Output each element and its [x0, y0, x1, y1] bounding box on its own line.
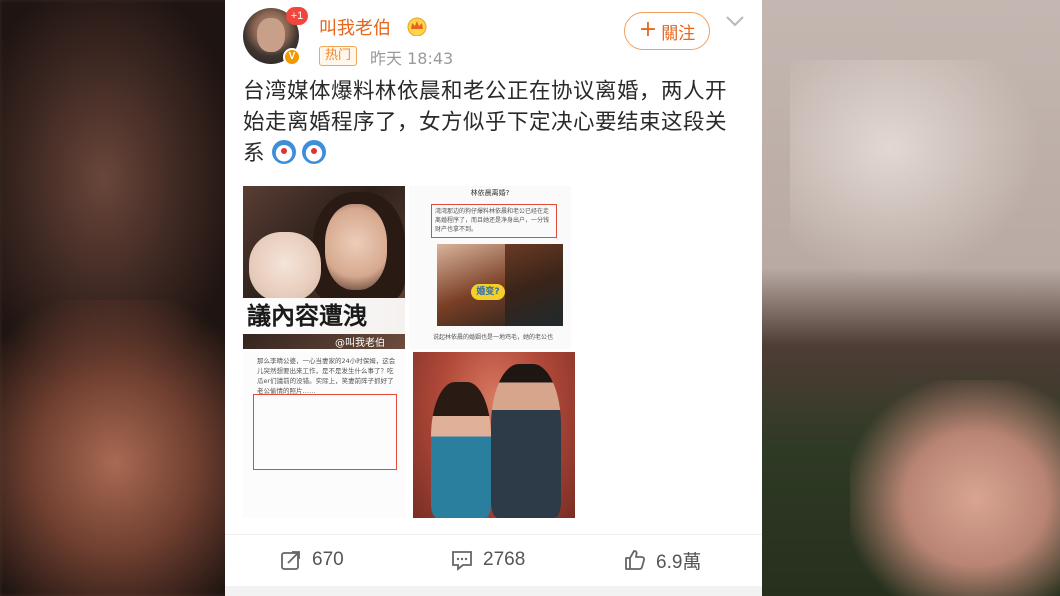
image-figure: [325, 204, 387, 290]
blurred-background-right-face: [850, 380, 1060, 596]
avatar-face: [257, 18, 285, 52]
repost-button[interactable]: 670: [280, 545, 344, 575]
divider: [225, 534, 762, 535]
image-highlight-box: 湾湾那边的狗仔爆料林依晨和老公已经在走离婚程序了，而且她还是净身出户，一分钱财产…: [431, 204, 557, 238]
like-button[interactable]: 6.9萬: [624, 545, 701, 575]
blurred-background-right-light: [790, 60, 1040, 280]
weibo-post-card: +1 V 叫我老伯 热门 昨天 18:43 + 關注 台湾媒体爆料林依晨和老公正…: [225, 0, 762, 596]
notification-badge: +1: [286, 7, 308, 25]
image-title: 林依晨离婚?: [470, 189, 510, 197]
comment-button[interactable]: 2768: [451, 545, 525, 575]
post-image-2[interactable]: 林依晨离婚? 湾湾那边的狗仔爆料林依晨和老公已经在走离婚程序了，而且她还是净身出…: [409, 186, 571, 349]
emoji-icon: [272, 140, 297, 164]
comment-icon: [452, 551, 472, 571]
image-figure: [431, 382, 491, 518]
like-count: 6.9萬: [656, 551, 702, 573]
image-figure: [249, 232, 321, 302]
thumbs-up-icon: [625, 550, 646, 570]
repost-count: 670: [312, 549, 344, 570]
follow-label: 關注: [661, 23, 696, 44]
username[interactable]: 叫我老伯: [319, 14, 391, 40]
follow-button[interactable]: + 關注: [624, 12, 710, 50]
image-photo: [505, 244, 563, 326]
image-footer-text: 说起林依晨的婚姻也是一地鸡毛，她的老公也: [433, 334, 554, 341]
post-image-1[interactable]: 議內容遭洩 @叫我老伯: [243, 186, 405, 349]
post-time: 昨天 18:43: [370, 49, 454, 68]
image-highlight-box: [253, 394, 397, 470]
image-caption: 議內容遭洩: [243, 298, 405, 334]
image-figure: [491, 364, 561, 518]
verified-badge: V: [283, 48, 301, 66]
share-icon: [281, 551, 300, 570]
chevron-down-icon[interactable]: [725, 14, 745, 28]
plus-icon: +: [638, 17, 658, 42]
image-watermark: @叫我老伯: [335, 338, 385, 349]
image-sticker: 婚变?: [471, 284, 505, 300]
bottom-shade: [225, 586, 762, 596]
post-image-4[interactable]: [413, 352, 575, 518]
comment-count: 2768: [483, 549, 526, 570]
emoji-icon: [302, 140, 327, 164]
post-text: 台湾媒体爆料林依晨和老公正在协议离婚，两人开始走离婚程序了，女方似乎下定决心要结…: [243, 76, 743, 169]
crown-icon: [407, 17, 427, 36]
post-image-3[interactable]: 那么李晴公婆，一心当妻家的24小时保姆，这会儿突然想要出来工作，是不是发生什么事…: [243, 352, 405, 518]
blurred-background-left-glow: [0, 300, 230, 596]
image-article-text: 那么李晴公婆，一心当妻家的24小时保姆，这会儿突然想要出来工作，是不是发生什么事…: [257, 357, 396, 395]
hot-tag: 热门: [319, 46, 358, 66]
